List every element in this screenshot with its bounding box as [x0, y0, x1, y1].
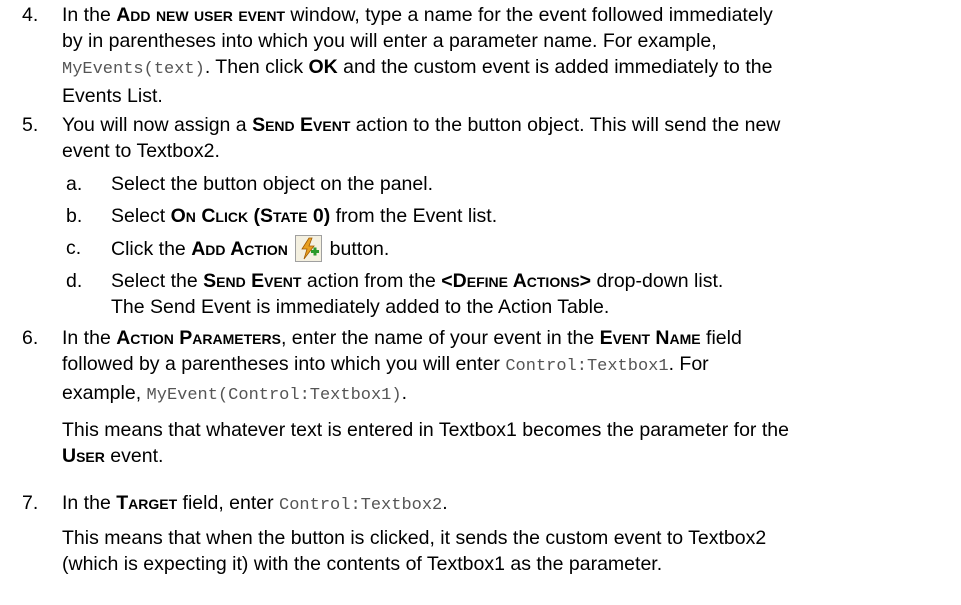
text: followed by a parentheses into which you… — [62, 353, 506, 375]
text: action from the — [301, 270, 442, 292]
text: from the Event list. — [330, 205, 498, 227]
ui-term: <Define Actions> — [441, 270, 592, 292]
step-number: 7. — [22, 492, 39, 514]
text: by in parentheses into which you will en… — [62, 30, 717, 52]
ui-term: User — [62, 445, 105, 467]
text-line: MyEvents(text). Then click OK and the cu… — [62, 54, 961, 83]
step-number: 4. — [22, 4, 39, 26]
text: This means that when the button is click… — [62, 527, 767, 549]
text-line: followed by a parentheses into which you… — [62, 351, 961, 380]
text: event. — [104, 445, 164, 467]
step-number: 5. — [22, 114, 39, 136]
substep-letter: d. — [66, 270, 83, 292]
ui-term: Event Name — [599, 327, 701, 349]
text: field, enter — [177, 492, 280, 514]
text-line: User event. — [62, 443, 961, 469]
ui-term: Send Event — [252, 114, 351, 136]
document-page: 4. In the Add new user event window, typ… — [0, 0, 961, 605]
text-line: In the Add new user event window, type a… — [62, 2, 961, 28]
text-line: This means that whatever text is entered… — [62, 417, 961, 443]
text: Select the button object on the panel. — [111, 173, 433, 195]
step-body: In the Action Parameters, enter the name… — [62, 325, 961, 469]
step-body: In the Add new user event window, type a… — [62, 2, 961, 109]
text: example, — [62, 382, 147, 404]
ui-term: Target — [116, 492, 178, 514]
code-snippet: Control:Textbox1 — [505, 357, 669, 376]
substep-letter: a. — [66, 173, 83, 195]
code-snippet: MyEvents(text) — [62, 60, 205, 79]
text-line: Events List. — [62, 83, 961, 109]
text: In the — [62, 4, 117, 26]
step-body: You will now assign a Send Event action … — [62, 112, 961, 164]
substep-body: Select the Send Event action from the <D… — [111, 268, 961, 320]
text-line: This means that when the button is click… — [62, 525, 961, 551]
text: . — [442, 492, 448, 514]
code-snippet: MyEvent(Control:Textbox1) — [146, 386, 402, 405]
step-number: 6. — [22, 327, 39, 349]
note: This means that whatever text is entered… — [62, 417, 961, 469]
text-line: (which is expecting it) with the content… — [62, 551, 961, 577]
text-line: by in parentheses into which you will en… — [62, 28, 961, 54]
step-body: In the Target field, enter Control:Textb… — [62, 490, 961, 577]
ui-term: OK — [308, 56, 338, 78]
text: button. — [324, 238, 390, 260]
substep-letter: c. — [66, 237, 82, 259]
text: Events List. — [62, 85, 163, 107]
substep-body: Select On Click (State 0) from the Event… — [111, 203, 961, 229]
text-line: The Send Event is immediately added to t… — [111, 294, 961, 320]
text-line: You will now assign a Send Event action … — [62, 112, 961, 138]
text: drop-down list. — [591, 270, 724, 292]
text: event to Textbox2. — [62, 140, 220, 162]
text: In the — [62, 492, 117, 514]
text: action to the button object. This will s… — [350, 114, 781, 136]
ui-term: Send Event — [203, 270, 302, 292]
text: . Then click — [204, 56, 309, 78]
text: This means that whatever text is entered… — [62, 419, 789, 441]
substep-body: Click the Add Action button. — [111, 235, 961, 262]
text: window, type a name for the event follow… — [285, 4, 773, 26]
ui-term: Action Parameters — [116, 327, 281, 349]
text: Select the — [111, 270, 204, 292]
text-line: In the Target field, enter Control:Textb… — [62, 490, 961, 519]
text: , enter the name of your event in the — [280, 327, 600, 349]
text-line: In the Action Parameters, enter the name… — [62, 325, 961, 351]
text: Select — [111, 205, 171, 227]
text: . For — [668, 353, 709, 375]
text-line: example, MyEvent(Control:Textbox1). — [62, 380, 961, 409]
text: In the — [62, 327, 117, 349]
ui-term: On Click (State 0) — [170, 205, 331, 227]
substep-letter: b. — [66, 205, 83, 227]
text: and the custom event is added immediatel… — [337, 56, 773, 78]
text: . — [401, 382, 408, 404]
substep-body: Select the button object on the panel. — [111, 171, 961, 197]
text-line: Select the Send Event action from the <D… — [111, 268, 961, 294]
text: (which is expecting it) with the content… — [62, 553, 663, 575]
text: You will now assign a — [62, 114, 253, 136]
ui-term: Add Action — [191, 238, 288, 260]
text: field — [700, 327, 742, 349]
note: This means that when the button is click… — [62, 525, 961, 577]
text: Click the — [111, 238, 192, 260]
code-snippet: Control:Textbox2 — [279, 496, 443, 515]
ui-term: Add new user event — [116, 4, 286, 26]
add-action-lightning-icon — [295, 235, 323, 262]
text-line: event to Textbox2. — [62, 138, 961, 164]
text: The Send Event is immediately added to t… — [111, 296, 610, 318]
